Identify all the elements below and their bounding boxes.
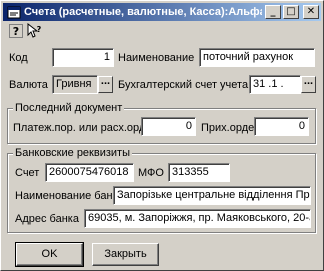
bank-name-field[interactable]: Запорізьке центральне відділення Промін: [113, 186, 311, 205]
naim-label: Наименование: [118, 52, 195, 64]
close-button[interactable]: ✕: [303, 5, 319, 19]
last-doc-title: Последний документ: [13, 102, 125, 115]
address-label: Адрес банка: [15, 213, 79, 225]
kod-label: Код: [9, 52, 28, 64]
svg-text:?: ?: [13, 25, 19, 38]
schet-label: Счет: [15, 167, 40, 179]
buh-label: Бухгалтерский счет учета:: [118, 79, 252, 91]
title-bar[interactable]: Счета (расчетные, валютные, Касса):Альфа…: [3, 3, 321, 21]
buh-lookup-button[interactable]: ...: [301, 76, 316, 93]
mfo-label: МФО: [138, 167, 164, 179]
app-icon: [7, 6, 21, 19]
bank-name-label: Наименование банка: [15, 190, 124, 202]
prih-label: Прих.ордер: [201, 122, 261, 134]
bank-title: Банковские реквизиты: [13, 147, 132, 160]
window-title: Счета (расчетные, валютные, Касса):Альфа…: [24, 6, 262, 18]
valuta-lookup-button[interactable]: ...: [98, 76, 113, 93]
buh-field[interactable]: 31 .1 .: [249, 75, 301, 94]
valuta-field[interactable]: Гривня: [52, 75, 98, 94]
close-dialog-button[interactable]: Закрыть: [92, 243, 159, 266]
svg-text:?: ?: [37, 25, 42, 34]
ok-button[interactable]: OK: [15, 242, 84, 267]
kod-field[interactable]: 1: [52, 48, 114, 67]
mfo-field[interactable]: 313355: [168, 163, 230, 182]
schet-field[interactable]: 2600075476018: [45, 163, 134, 182]
valuta-label: Валюта: [9, 79, 48, 91]
help-icon[interactable]: ?: [9, 24, 23, 38]
prih-field[interactable]: 0: [254, 117, 309, 136]
plat-field[interactable]: 0: [141, 117, 196, 136]
address-field[interactable]: 69035, м. Запоріжжя, пр. Маяковського, 2…: [84, 209, 311, 228]
minimize-button[interactable]: _: [265, 5, 281, 19]
plat-label: Платеж.пор. или расх.ордер: [13, 122, 158, 134]
maximize-button[interactable]: □: [283, 5, 299, 19]
dialog-window: Счета (расчетные, валютные, Касса):Альфа…: [0, 0, 324, 271]
naim-field[interactable]: поточний рахунок: [199, 48, 315, 67]
whats-this-icon[interactable]: ?: [27, 23, 43, 39]
